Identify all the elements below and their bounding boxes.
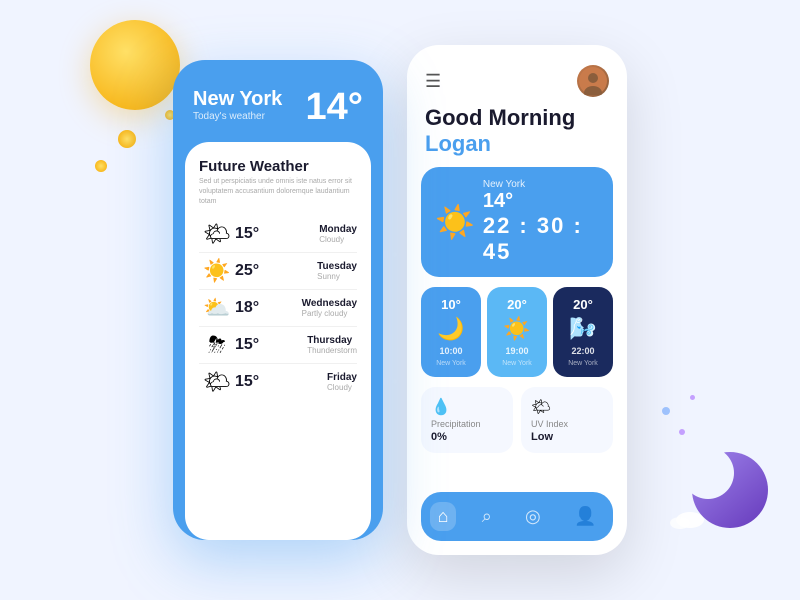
phone1-city: New York	[193, 88, 282, 111]
main-card-city: New York	[483, 179, 599, 190]
forecast-row-3: ⛈ 15° Thursday Thunderstorm	[199, 327, 357, 364]
forecast-icon-0: 🌤	[199, 221, 235, 247]
forecast-row-4: 🌤 15° Friday Cloudy	[199, 364, 357, 400]
tc-temp-1: 20°	[507, 297, 527, 312]
uv-label: UV Index	[531, 419, 603, 429]
uv-icon: 🌤	[531, 397, 603, 417]
moon-decoration	[660, 435, 770, 550]
stat-precipitation: 💧 Precipitation 0%	[421, 387, 513, 453]
tc-city-1: New York	[502, 360, 532, 367]
sun-dot-2	[95, 160, 107, 172]
forecast-row-0: 🌤 15° Monday Cloudy	[199, 216, 357, 253]
phone1-subtitle: Today's weather	[193, 111, 282, 122]
time-card-0: 10° 🌙 10:00 New York	[421, 287, 481, 377]
phone1-location-info: New York Today's weather	[193, 88, 282, 122]
uv-value: Low	[531, 431, 603, 443]
bottom-navbar: ⌂ ⌕ ◎ 👤	[421, 492, 613, 541]
forecast-info-2: 18°	[235, 299, 302, 317]
sun-decoration	[90, 20, 180, 110]
tc-temp-0: 10°	[441, 297, 461, 312]
forecast-info-0: 15°	[235, 225, 319, 243]
tc-time-0: 10:00	[439, 346, 462, 356]
forecast-temp-2: 18°	[235, 299, 302, 317]
tc-time-2: 22:00	[571, 346, 594, 356]
avatar	[577, 65, 609, 97]
forecast-day-1: Tuesday Sunny	[317, 261, 357, 281]
forecast-subtitle: Sed ut perspiciatis unde omnis iste natu…	[199, 177, 357, 206]
tc-icon-1: ☀️	[503, 316, 530, 342]
nav-home[interactable]: ⌂	[430, 502, 457, 531]
forecast-icon-1: ☀️	[199, 258, 235, 284]
nav-location[interactable]: ◎	[517, 502, 549, 531]
phone1-header: New York Today's weather 14°	[173, 60, 383, 142]
main-weather-card: ☀️ New York 14° 22 : 30 : 45	[421, 167, 613, 277]
forecast-title: Future Weather	[199, 158, 357, 175]
forecast-day-3: Thursday Thunderstorm	[307, 335, 357, 355]
forecast-temp-0: 15°	[235, 225, 319, 243]
forecast-info-3: 15°	[235, 336, 307, 354]
time-card-2: 20° 🌬️ 22:00 New York	[553, 287, 613, 377]
menu-icon[interactable]: ☰	[425, 71, 441, 92]
main-card-temp: 14°	[483, 190, 599, 213]
user-name: Logan	[425, 131, 609, 157]
forecast-day-2: Wednesday Partly cloudy	[302, 298, 357, 318]
main-card-info: New York 14° 22 : 30 : 45	[483, 179, 599, 265]
forecast-icon-3: ⛈	[199, 332, 235, 358]
stats-section: 💧 Precipitation 0% 🌤 UV Index Low	[407, 387, 627, 463]
nav-search[interactable]: ⌕	[474, 502, 500, 531]
tc-icon-0: 🌙	[437, 316, 464, 342]
greeting-section: Good Morning Logan	[407, 105, 627, 167]
forecast-icon-4: 🌤	[199, 369, 235, 395]
phones-container: New York Today's weather 14° Future Weat…	[173, 45, 627, 555]
precipitation-value: 0%	[431, 431, 503, 443]
phone1-forecast-card: Future Weather Sed ut perspiciatis unde …	[185, 142, 371, 540]
nav-profile[interactable]: 👤	[566, 502, 604, 531]
phone1-temperature: 14°	[306, 88, 363, 126]
forecast-info-1: 25°	[235, 262, 317, 280]
forecast-icon-2: ⛅	[199, 295, 235, 321]
precipitation-icon: 💧	[431, 397, 503, 417]
tc-city-2: New York	[568, 360, 598, 367]
tc-temp-2: 20°	[573, 297, 593, 312]
phone2: ☰ Good Morning Logan ☀️ New York 14° 22 …	[407, 45, 627, 555]
forecast-info-4: 15°	[235, 373, 327, 391]
tc-icon-2: 🌬️	[569, 316, 596, 342]
time-cards-section: 10° 🌙 10:00 New York 20° ☀️ 19:00 New Yo…	[407, 287, 627, 387]
stat-uv: 🌤 UV Index Low	[521, 387, 613, 453]
main-sun-icon: ☀️	[435, 203, 475, 241]
forecast-row-2: ⛅ 18° Wednesday Partly cloudy	[199, 290, 357, 327]
forecast-day-4: Friday Cloudy	[327, 372, 357, 392]
forecast-temp-4: 15°	[235, 373, 327, 391]
phone1: New York Today's weather 14° Future Weat…	[173, 60, 383, 540]
forecast-day-0: Monday Cloudy	[319, 224, 357, 244]
deco-dot-3	[690, 395, 695, 400]
greeting-text: Good Morning	[425, 105, 609, 131]
phone2-header: ☰	[407, 45, 627, 105]
forecast-row-1: ☀️ 25° Tuesday Sunny	[199, 253, 357, 290]
tc-time-1: 19:00	[505, 346, 528, 356]
tc-city-0: New York	[436, 360, 466, 367]
precipitation-label: Precipitation	[431, 419, 503, 429]
forecast-temp-3: 15°	[235, 336, 307, 354]
deco-dot-1	[662, 407, 670, 415]
forecast-temp-1: 25°	[235, 262, 317, 280]
main-card-time: 22 : 30 : 45	[483, 213, 599, 265]
time-card-1: 20° ☀️ 19:00 New York	[487, 287, 547, 377]
sun-dot-1	[118, 130, 136, 148]
